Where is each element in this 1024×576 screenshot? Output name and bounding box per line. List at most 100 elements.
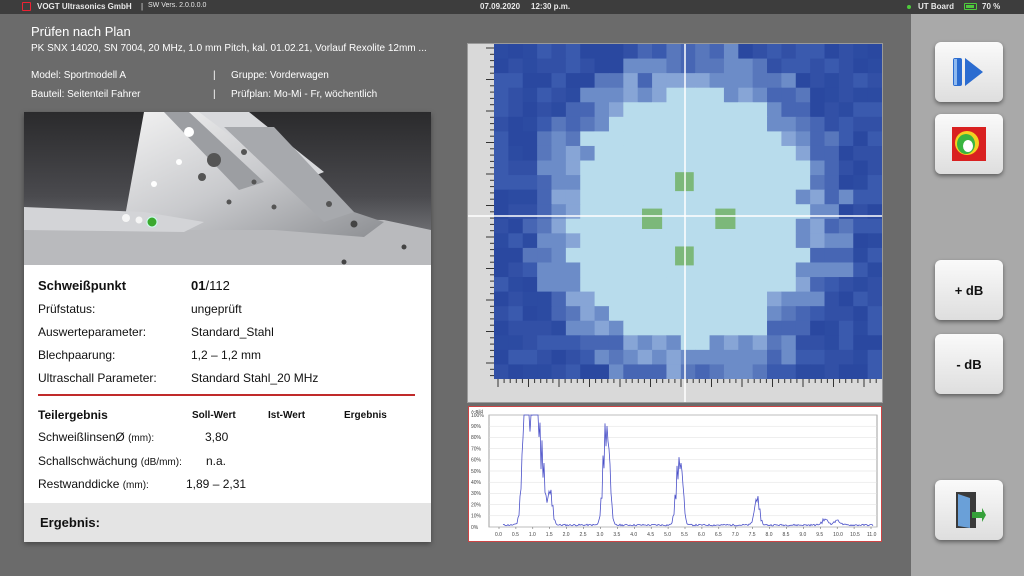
scan-cell — [867, 116, 883, 132]
scan-cell — [637, 131, 653, 147]
scan-cell — [709, 320, 725, 336]
scan-cell — [723, 320, 739, 336]
scan-cell — [723, 87, 739, 103]
c-scan-view[interactable] — [467, 43, 883, 403]
scan-cell — [709, 73, 725, 89]
play-button[interactable] — [935, 42, 1003, 102]
scan-cell — [695, 116, 711, 132]
scan-cell — [680, 145, 696, 162]
scan-cell — [637, 233, 653, 249]
scan-cell — [652, 189, 667, 205]
scan-cell — [709, 335, 725, 351]
scan-cell — [580, 306, 596, 322]
spot-total: /112 — [205, 278, 230, 293]
scan-cell — [565, 364, 581, 380]
scan-cell — [781, 131, 797, 147]
scan-cell — [781, 189, 797, 205]
scan-cell — [522, 320, 538, 336]
scan-cell — [767, 306, 782, 322]
battery-icon — [964, 3, 977, 10]
scan-cell — [795, 306, 811, 322]
scan-cell — [637, 145, 653, 162]
scan-cell — [608, 335, 624, 351]
scan-cell — [666, 218, 682, 234]
scan-cell — [767, 291, 782, 307]
scan-cell — [810, 335, 826, 351]
exit-button[interactable] — [935, 480, 1003, 540]
scan-cell — [767, 218, 782, 234]
a-scan-view[interactable]: A-Bild 100% 90% 80% 70% 60% 50% 40% 30% 20% 10% 0% 0… — [468, 406, 882, 542]
scan-cell — [867, 277, 883, 293]
gain-up-button[interactable]: + dB — [935, 260, 1003, 320]
scan-cell — [680, 102, 696, 118]
c-scan-button[interactable] — [935, 114, 1003, 174]
scan-cell — [838, 335, 854, 351]
scan-cell — [738, 349, 754, 365]
scan-cell — [810, 291, 826, 307]
scan-cell — [867, 233, 883, 249]
scan-cell — [565, 131, 581, 147]
scan-cell — [738, 160, 754, 176]
scan-cell — [867, 58, 883, 74]
scan-cell — [723, 335, 739, 351]
scan-cell — [738, 145, 754, 162]
a-scan-chart: A-Bild100%90%80%70%60%50%40%30%20%10%0%0… — [471, 409, 878, 538]
scan-cell — [623, 218, 639, 234]
scan-cell — [551, 335, 567, 351]
scan-cell — [522, 277, 538, 293]
scan-cell — [623, 335, 639, 351]
scan-cell — [652, 247, 667, 263]
scan-cell — [666, 189, 682, 205]
scan-cell — [680, 277, 696, 293]
scan-cell — [867, 73, 883, 89]
c-scan-image — [468, 44, 883, 402]
part-info: Bauteil: Seitenteil Fahrer — [31, 89, 141, 100]
scan-cell — [637, 349, 653, 365]
scan-cell — [824, 218, 840, 234]
scan-cell — [824, 364, 840, 380]
scan-cell — [795, 116, 811, 132]
scan-cell — [838, 204, 854, 220]
scan-cell — [810, 58, 826, 74]
scan-cell — [494, 131, 509, 147]
scan-cell — [666, 320, 682, 336]
scan-cell — [738, 175, 754, 191]
scan-cell — [537, 116, 552, 132]
scan-cell — [608, 73, 624, 89]
scan-cell — [767, 349, 782, 365]
scan-cell — [695, 175, 711, 191]
status-value: ungeprüft — [191, 302, 242, 316]
scan-cell — [752, 175, 768, 191]
scan-cell — [853, 189, 869, 205]
partial-result-heading: Teilergebnis — [38, 408, 108, 422]
scan-cell — [680, 131, 696, 147]
scan-cell — [522, 204, 538, 220]
scan-cell — [594, 175, 610, 191]
scan-cell — [867, 320, 883, 336]
board-label: UT Board — [918, 2, 954, 11]
scan-cell — [652, 349, 667, 365]
scan-cell — [565, 320, 581, 336]
scan-cell — [565, 175, 581, 191]
scan-cell — [608, 116, 624, 132]
scan-cell — [565, 145, 581, 162]
scan-cell — [537, 204, 552, 220]
scan-cell — [781, 73, 797, 89]
gain-down-button[interactable]: - dB — [935, 334, 1003, 394]
scan-cell — [565, 116, 581, 132]
company-logo-icon — [22, 2, 31, 11]
scan-cell — [551, 349, 567, 365]
scan-cell — [824, 247, 840, 263]
scan-cell — [623, 44, 639, 60]
scan-spot — [715, 208, 736, 229]
scan-cell — [652, 291, 667, 307]
scan-cell — [623, 277, 639, 293]
status-time: 12:30 p.m. — [531, 2, 571, 11]
scan-cell — [565, 291, 581, 307]
scan-cell — [838, 277, 854, 293]
scan-cell — [666, 58, 682, 74]
scan-cell — [608, 364, 624, 380]
scan-cell — [810, 145, 826, 162]
spot-label: Schweißpunkt — [38, 278, 127, 293]
target-value-header: Soll-Wert — [192, 410, 236, 421]
